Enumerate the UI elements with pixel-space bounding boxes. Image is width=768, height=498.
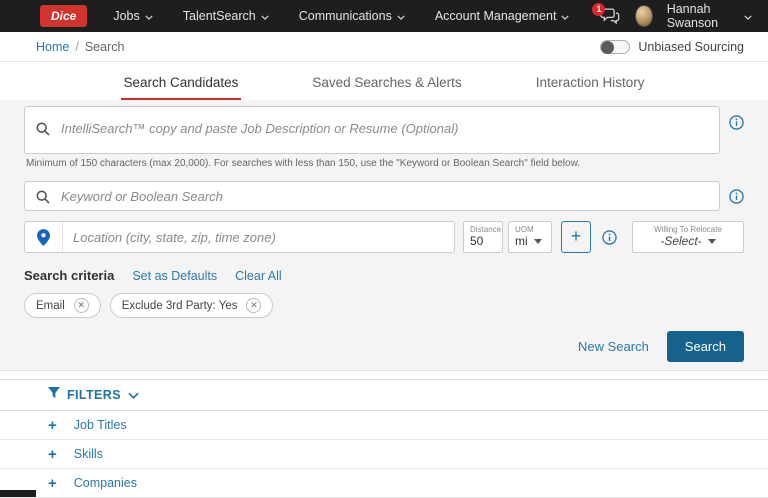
criteria-chips: Email ✕ Exclude 3rd Party: Yes ✕ (24, 293, 744, 318)
nav-item-talentsearch[interactable]: TalentSearch (183, 9, 269, 23)
chevron-down-icon (128, 386, 139, 404)
messages-icon[interactable]: 1 (599, 7, 621, 25)
search-button[interactable]: Search (667, 331, 744, 362)
intellisearch-input[interactable] (25, 107, 719, 153)
location-input[interactable] (63, 222, 454, 252)
tab-saved-searches-alerts[interactable]: Saved Searches & Alerts (309, 65, 464, 100)
breadcrumb-separator: / (75, 40, 78, 54)
breadcrumb-current: Search (85, 40, 125, 54)
filter-skills[interactable]: + Skills (0, 440, 768, 469)
uom-select[interactable]: UOM mi (508, 221, 552, 253)
distance-value: 50 (470, 234, 496, 248)
keyword-field-wrap (24, 181, 720, 211)
search-actions: New Search Search (24, 331, 744, 362)
info-icon[interactable] (729, 189, 744, 204)
clear-all-link[interactable]: Clear All (235, 269, 282, 283)
dice-logo[interactable]: Dice (40, 5, 87, 27)
search-criteria-row: Search criteria Set as Defaults Clear Al… (24, 268, 744, 283)
location-field-group (24, 221, 455, 253)
search-icon (36, 190, 50, 204)
top-nav: Dice Jobs TalentSearch Communications Ac… (0, 0, 768, 32)
filter-job-titles[interactable]: + Job Titles (0, 411, 768, 440)
breadcrumb-home[interactable]: Home (36, 40, 69, 54)
relocate-value: -Select- (660, 234, 701, 248)
nav-item-account-management[interactable]: Account Management (435, 9, 570, 23)
chevron-down-icon (145, 9, 153, 23)
search-icon (36, 122, 50, 136)
unbiased-sourcing-label: Unbiased Sourcing (638, 40, 744, 54)
chevron-down-icon (744, 9, 752, 23)
avatar[interactable] (635, 5, 652, 27)
nav-item-talentsearch-label: TalentSearch (183, 9, 256, 23)
chip-email[interactable]: Email ✕ (24, 293, 101, 318)
nav-item-communications-label: Communications (299, 9, 392, 23)
unbiased-sourcing: Unbiased Sourcing (600, 40, 744, 54)
user-menu[interactable]: Hannah Swanson (667, 2, 752, 30)
uom-label: UOM (515, 225, 545, 234)
plus-icon: + (48, 447, 57, 462)
breadcrumb-bar: Home / Search Unbiased Sourcing (0, 32, 768, 62)
chip-exclude-3rd-party[interactable]: Exclude 3rd Party: Yes ✕ (110, 293, 274, 318)
uom-value: mi (515, 234, 528, 248)
filters-header[interactable]: FILTERS (0, 379, 768, 411)
keyword-input[interactable] (25, 182, 719, 210)
close-icon[interactable]: ✕ (246, 298, 261, 313)
intellisearch-row (24, 106, 744, 154)
nav-item-communications[interactable]: Communications (299, 9, 405, 23)
chip-label: Exclude 3rd Party: Yes (122, 300, 238, 312)
new-search-link[interactable]: New Search (578, 339, 649, 354)
filter-label: Job Titles (74, 418, 127, 432)
nav-item-jobs-label: Jobs (113, 9, 139, 23)
willing-to-relocate-select[interactable]: Willing To Relocate -Select- (632, 221, 744, 253)
nav-item-account-management-label: Account Management (435, 9, 557, 23)
chevron-down-icon (561, 9, 569, 23)
user-name: Hannah Swanson (667, 2, 739, 30)
plus-icon: + (48, 476, 57, 491)
unbiased-sourcing-toggle[interactable] (600, 40, 630, 54)
set-as-defaults-link[interactable]: Set as Defaults (132, 269, 217, 283)
filters-title: FILTERS (67, 388, 121, 402)
toggle-knob (601, 41, 614, 54)
chevron-down-icon (397, 9, 405, 23)
intellisearch-field-wrap (24, 106, 720, 154)
topnav-right: 1 Hannah Swanson (599, 2, 752, 30)
close-icon[interactable]: ✕ (74, 298, 89, 313)
caret-down-icon (534, 239, 542, 244)
search-form-section: Minimum of 150 characters (max 20,000). … (0, 100, 768, 371)
caret-down-icon (708, 239, 716, 244)
nav-item-jobs[interactable]: Jobs (113, 9, 152, 23)
intellisearch-help-text: Minimum of 150 characters (max 20,000). … (26, 158, 744, 169)
chevron-down-icon (261, 9, 269, 23)
footer-edge (0, 490, 36, 497)
location-row: Distance 50 UOM mi + Willing To Relocate… (24, 221, 744, 253)
filter-label: Companies (74, 476, 137, 490)
relocate-label: Willing To Relocate (639, 225, 737, 234)
distance-label: Distance (470, 225, 496, 234)
tab-search-candidates[interactable]: Search Candidates (121, 65, 242, 100)
location-pin-icon (25, 222, 63, 252)
chip-label: Email (36, 300, 65, 312)
filter-companies[interactable]: + Companies (0, 469, 768, 498)
keyword-row (24, 181, 744, 211)
distance-field[interactable]: Distance 50 (463, 221, 503, 253)
plus-icon: + (48, 418, 57, 433)
tab-bar: Search Candidates Saved Searches & Alert… (0, 62, 768, 100)
info-icon[interactable] (602, 230, 617, 245)
filter-label: Skills (74, 447, 103, 461)
search-criteria-title: Search criteria (24, 268, 114, 283)
info-icon[interactable] (729, 115, 744, 130)
funnel-icon (48, 386, 60, 404)
add-location-button[interactable]: + (561, 221, 591, 253)
tab-interaction-history[interactable]: Interaction History (533, 65, 648, 100)
